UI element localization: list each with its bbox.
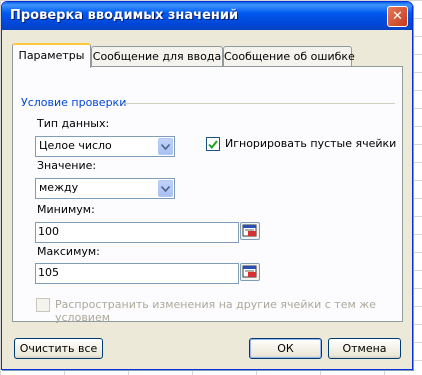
ignore-blank-checkbox[interactable] <box>206 137 220 151</box>
checkmark-icon <box>208 139 218 149</box>
maximum-field[interactable] <box>35 263 239 284</box>
minimum-label: Минимум: <box>37 203 95 216</box>
data-validation-dialog: Проверка вводимых значений ✕ Параметры С… <box>1 1 413 370</box>
cancel-button[interactable]: Отмена <box>328 338 401 359</box>
collapse-dialog-icon <box>242 224 257 237</box>
clear-all-button[interactable]: Очистить все <box>14 338 103 359</box>
minimum-collapse-button[interactable] <box>240 222 260 240</box>
tab-error-alert[interactable]: Сообщение об ошибке <box>223 46 355 66</box>
apply-all-checkbox[interactable] <box>36 298 50 312</box>
chevron-down-icon <box>158 138 173 155</box>
ignore-blank-label: Игнорировать пустые ячейки <box>225 137 397 150</box>
settings-panel: Условие проверки Тип данных: Целое число… <box>12 66 403 324</box>
maximum-collapse-button[interactable] <box>240 263 260 281</box>
maximum-input[interactable] <box>38 265 234 280</box>
group-divider <box>123 103 395 104</box>
minimum-field[interactable] <box>35 222 239 243</box>
data-type-label: Тип данных: <box>37 117 110 130</box>
chevron-down-icon <box>158 180 173 197</box>
maximum-label: Максимум: <box>37 245 100 258</box>
value-label: Значение: <box>37 159 97 172</box>
title-bar: Проверка вводимых значений ✕ <box>2 2 412 30</box>
data-type-value: Целое число <box>39 139 112 152</box>
tab-settings[interactable]: Параметры <box>12 43 91 68</box>
apply-all-label: Распространить изменения на другие ячейк… <box>55 298 376 324</box>
tab-input-message[interactable]: Сообщение для ввода <box>91 46 223 66</box>
criteria-group-title: Условие проверки <box>21 96 127 109</box>
close-button[interactable]: ✕ <box>387 6 408 27</box>
operator-select[interactable]: между <box>35 178 175 199</box>
close-icon: ✕ <box>392 9 403 24</box>
ok-button[interactable]: ОК <box>249 338 322 359</box>
minimum-input[interactable] <box>38 224 234 239</box>
dialog-title: Проверка вводимых значений <box>10 8 239 23</box>
operator-value: между <box>39 181 79 194</box>
data-type-select[interactable]: Целое число <box>35 136 175 157</box>
collapse-dialog-icon <box>242 265 257 278</box>
